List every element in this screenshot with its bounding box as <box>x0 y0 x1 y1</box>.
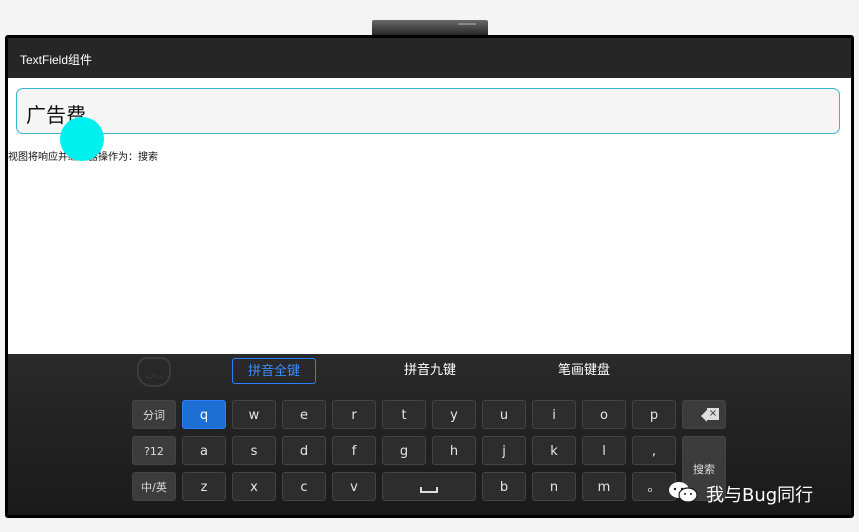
key-a[interactable]: a <box>182 436 226 465</box>
key-backspace[interactable] <box>682 400 726 429</box>
wechat-icon <box>669 482 698 503</box>
key-u[interactable]: u <box>482 400 526 429</box>
key-d[interactable]: d <box>282 436 326 465</box>
key-f[interactable]: f <box>332 436 376 465</box>
key-k[interactable]: k <box>532 436 576 465</box>
tab-pinyin-nine[interactable]: 拼音九键 <box>388 358 472 384</box>
key-i[interactable]: i <box>532 400 576 429</box>
key-j[interactable]: j <box>482 436 526 465</box>
key-h[interactable]: h <box>432 436 476 465</box>
key-z[interactable]: z <box>182 472 226 501</box>
touch-indicator <box>60 117 104 161</box>
key-comma[interactable]: , <box>632 436 676 465</box>
search-text-field[interactable]: 广告费 <box>16 88 840 134</box>
key-numbers[interactable]: ?12 <box>132 436 176 465</box>
app-screen: TextField组件 广告费 视图将响应并编辑器操作为：搜索 ◡◡ 拼音全键 … <box>8 38 851 515</box>
key-v[interactable]: v <box>332 472 376 501</box>
key-b[interactable]: b <box>482 472 526 501</box>
key-s[interactable]: s <box>232 436 276 465</box>
key-lang-switch[interactable]: 中/英 <box>132 472 176 501</box>
app-bar-title: TextField组件 <box>20 53 93 67</box>
key-x[interactable]: x <box>232 472 276 501</box>
key-m[interactable]: m <box>582 472 626 501</box>
key-c[interactable]: c <box>282 472 326 501</box>
tab-stroke[interactable]: 笔画键盘 <box>542 358 626 384</box>
space-icon <box>420 487 438 493</box>
key-q[interactable]: q <box>182 400 226 429</box>
device-frame: TextField组件 广告费 视图将响应并编辑器操作为：搜索 ◡◡ 拼音全键 … <box>5 35 854 518</box>
key-fenci[interactable]: 分词 <box>132 400 176 429</box>
key-w[interactable]: w <box>232 400 276 429</box>
app-bar: TextField组件 <box>8 38 851 78</box>
key-space[interactable] <box>382 472 476 501</box>
key-o[interactable]: o <box>582 400 626 429</box>
backspace-icon <box>701 408 719 422</box>
key-l[interactable]: l <box>582 436 626 465</box>
key-p[interactable]: p <box>632 400 676 429</box>
key-e[interactable]: e <box>282 400 326 429</box>
watermark-text: 我与Bug同行 <box>706 485 814 506</box>
key-y[interactable]: y <box>432 400 476 429</box>
tab-pinyin-full[interactable]: 拼音全键 <box>232 358 316 384</box>
keyboard-mascot-icon: ◡◡ <box>137 357 171 387</box>
key-n[interactable]: n <box>532 472 576 501</box>
key-r[interactable]: r <box>332 400 376 429</box>
key-t[interactable]: t <box>382 400 426 429</box>
key-g[interactable]: g <box>382 436 426 465</box>
